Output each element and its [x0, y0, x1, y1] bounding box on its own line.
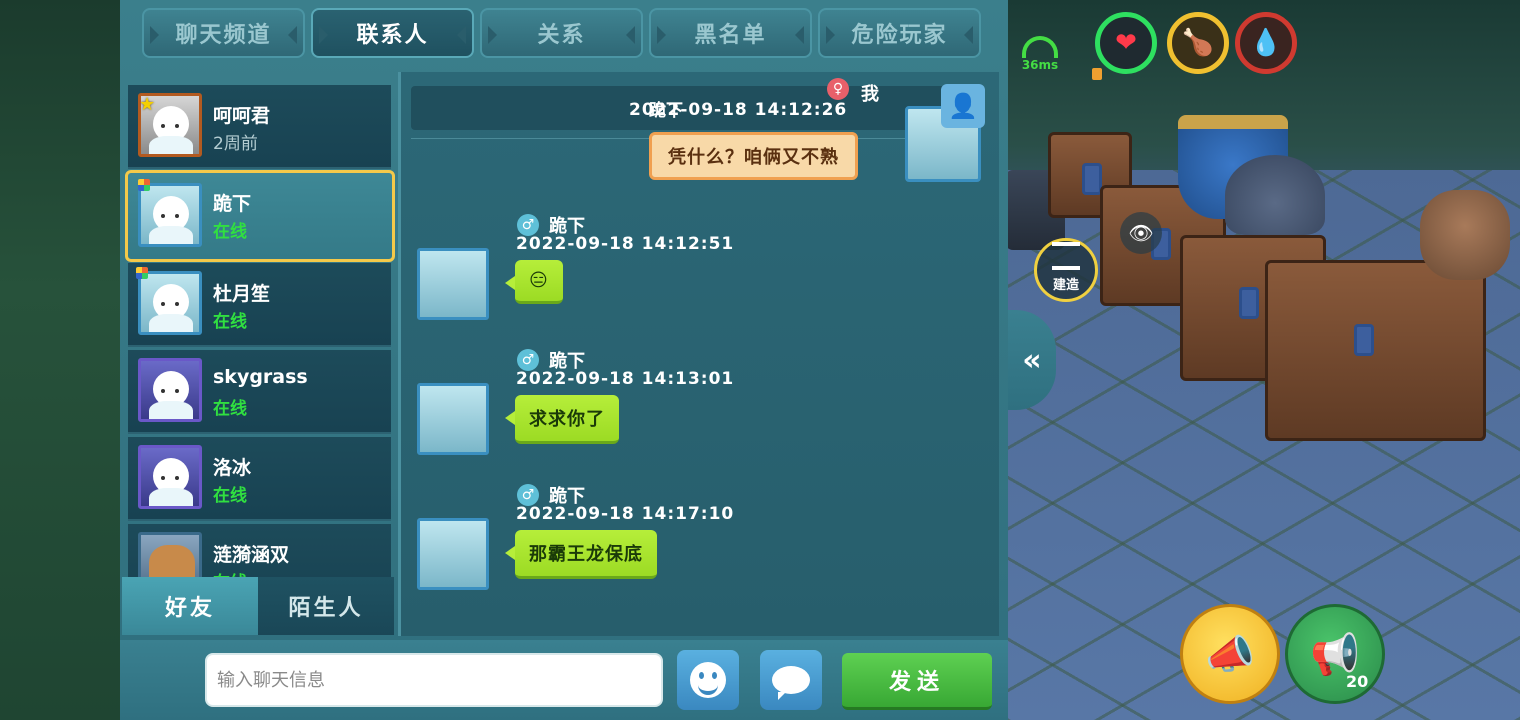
contact-status: 2周前	[213, 134, 258, 154]
chat-bubble-button[interactable]	[760, 650, 822, 710]
smiley-icon	[690, 662, 726, 698]
input-bar: 发送	[120, 640, 1008, 720]
status-marker	[1092, 68, 1102, 80]
star-icon: ★	[139, 94, 156, 115]
horn-count: 20	[1346, 672, 1369, 691]
dog-avatar	[149, 545, 195, 577]
overlay-name: 跪下	[649, 101, 683, 121]
contact-item[interactable]: skygrass 在线	[128, 350, 391, 434]
heart-icon: ❤	[1095, 12, 1157, 74]
contact-filter-tabs: 好友 陌生人	[122, 577, 394, 635]
megaphone-button[interactable]: 📣	[1180, 604, 1280, 704]
tab-bar: 聊天频道 联系人 关系 黑名单 危险玩家	[142, 8, 981, 58]
avatar-body	[149, 401, 193, 419]
pinwheel-icon	[138, 179, 150, 191]
message-bubble: 😑	[505, 260, 563, 304]
avatar	[138, 532, 202, 577]
contact-name: skygrass	[213, 366, 308, 388]
emoji-button[interactable]	[677, 650, 739, 710]
contact-item[interactable]: 杜月笙 在线	[128, 263, 391, 347]
message-area[interactable]: ♀ 我 2022-09-18 14:12:26 跪下 凭什么？咱俩又不熟 👤 ♂…	[398, 72, 999, 636]
speaker-button[interactable]: 📢	[1285, 604, 1385, 704]
my-name: 我	[861, 84, 879, 105]
avatar-body	[149, 136, 193, 154]
avatar-body	[149, 226, 193, 244]
profile-icon[interactable]: 👤	[941, 84, 985, 128]
contact-list[interactable]: ★ 呵呵君 2周前 跪下 在线 杜月笙 在线 skygrass 在线 洛冰 在线…	[125, 85, 395, 577]
sender-avatar[interactable]	[417, 518, 489, 590]
sender-avatar[interactable]	[417, 248, 489, 320]
build-button[interactable]: 建造	[1034, 238, 1098, 302]
wifi-icon	[1022, 36, 1058, 58]
avatar	[138, 183, 202, 247]
contact-status: 在线	[213, 486, 247, 506]
contact-name: 杜月笙	[213, 283, 271, 305]
male-icon: ♂	[517, 484, 539, 506]
tab-friends[interactable]: 好友	[122, 577, 258, 635]
send-button[interactable]: 发送	[842, 653, 992, 710]
contact-item[interactable]: 涟漪涵双 在线	[128, 524, 391, 577]
contact-item[interactable]: 洛冰 在线	[128, 437, 391, 521]
avatar: ★	[138, 93, 202, 157]
tab-blacklist[interactable]: 黑名单	[649, 8, 812, 58]
tab-relationship[interactable]: 关系	[480, 8, 643, 58]
sender-avatar[interactable]	[417, 383, 489, 455]
pinwheel-icon	[136, 267, 148, 279]
contact-name: 涟漪涵双	[213, 544, 290, 566]
contact-status: 在线	[213, 312, 247, 332]
male-icon: ♂	[517, 214, 539, 236]
message-group: ♂ 跪下 2022-09-18 14:17:10 那霸王龙保底	[411, 484, 831, 616]
avatar	[138, 271, 202, 335]
female-icon: ♀	[827, 78, 849, 100]
contact-status: 在线	[213, 222, 247, 242]
crate-prop	[1265, 260, 1486, 441]
chat-panel: 聊天频道 联系人 关系 黑名单 危险玩家 ★ 呵呵君 2周前 跪下 在线 杜月笙…	[120, 0, 1008, 720]
avatar-body	[149, 488, 193, 506]
ping-text: 36ms	[1021, 58, 1059, 72]
message-bubble: 那霸王龙保底	[505, 530, 657, 579]
message-time: 2022-09-18 14:17:10	[516, 504, 735, 524]
chat-input[interactable]	[205, 653, 663, 707]
avatar-body	[149, 314, 193, 332]
contact-name: 洛冰	[213, 457, 252, 479]
my-message-bubble: 凭什么？咱俩又不熟	[649, 132, 858, 180]
contact-status: 在线	[213, 399, 247, 419]
brick-icon	[1052, 242, 1080, 270]
male-icon: ♂	[517, 349, 539, 371]
contact-item[interactable]: ★ 呵呵君 2周前	[128, 85, 391, 169]
message-group: ♂ 跪下 2022-09-18 14:13:01 求求你了	[411, 349, 831, 481]
contact-status: 在线	[213, 568, 247, 577]
message-group: ♂ 跪下 2022-09-18 14:12:51 😑	[411, 214, 831, 346]
tab-dangerous-players[interactable]: 危险玩家	[818, 8, 981, 58]
mushroom-prop	[1420, 190, 1510, 280]
rock-pile-prop	[1225, 155, 1325, 235]
build-label: 建造	[1052, 278, 1079, 293]
avatar	[138, 358, 202, 422]
message-bubble: 求求你了	[505, 395, 619, 444]
speech-bubble-icon	[772, 666, 810, 700]
network-indicator: 36ms	[1018, 36, 1062, 72]
tab-contacts[interactable]: 联系人	[311, 8, 474, 58]
hunger-icon: 🍗	[1167, 12, 1229, 74]
eye-icon[interactable]: 👁	[1120, 212, 1162, 254]
avatar	[138, 445, 202, 509]
contact-name: 呵呵君	[213, 105, 271, 127]
grass-background	[0, 0, 125, 720]
tab-chat-channel[interactable]: 聊天频道	[142, 8, 305, 58]
message-time: 2022-09-18 14:12:51	[516, 234, 735, 254]
contact-name: 跪下	[213, 193, 252, 215]
contact-item-selected[interactable]: 跪下 在线	[125, 170, 395, 262]
message-time: 2022-09-18 14:13:01	[516, 369, 735, 389]
tab-strangers[interactable]: 陌生人	[258, 577, 394, 635]
water-drop-icon: 💧	[1235, 12, 1297, 74]
